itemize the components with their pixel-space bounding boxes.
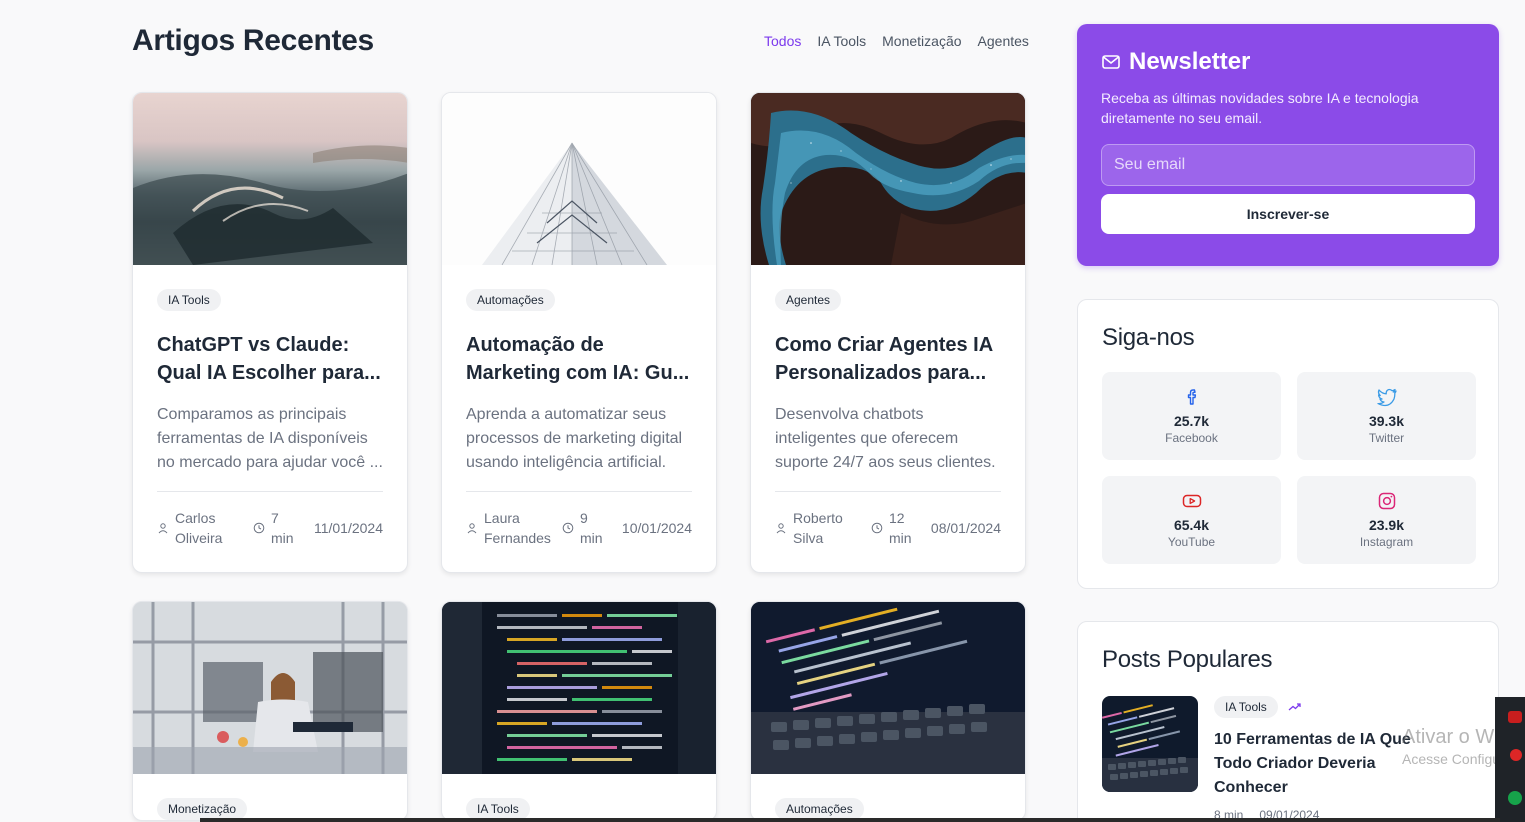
social-name: Facebook	[1165, 431, 1218, 445]
twitter-icon	[1376, 388, 1397, 407]
user-icon	[158, 523, 168, 534]
user-icon	[467, 523, 477, 534]
article-excerpt: Comparamos as principais ferramentas de …	[157, 406, 383, 471]
filter-todos[interactable]: Todos	[764, 33, 801, 49]
xbox-icon[interactable]	[1508, 791, 1522, 805]
article-card[interactable]: IA Tools	[441, 601, 717, 821]
social-panel: Siga-nos 25.7k Facebook 39.3k Twitter 65…	[1077, 299, 1499, 589]
user-icon	[776, 523, 786, 534]
trending-icon	[1288, 703, 1301, 711]
newsletter-email-input[interactable]	[1101, 144, 1475, 186]
article-author: Carlos Oliveira	[175, 510, 223, 546]
article-card[interactable]: Agentes Como Criar Agentes IA Personaliz…	[750, 92, 1026, 573]
article-image	[442, 93, 716, 265]
article-tag[interactable]: Monetização	[157, 798, 248, 820]
instagram-icon	[1378, 492, 1395, 510]
social-instagram[interactable]: 23.9k Instagram	[1297, 476, 1476, 564]
article-image	[133, 602, 407, 774]
tray-app-icon[interactable]	[1508, 711, 1522, 723]
social-name: YouTube	[1167, 535, 1216, 549]
popular-post-thumbnail	[1102, 696, 1198, 792]
article-title[interactable]: Automação de Marketing com IA: Gu...	[466, 331, 692, 387]
clock-icon	[871, 522, 883, 534]
article-card[interactable]: Automações	[750, 601, 1026, 821]
article-author: Roberto Silva	[793, 510, 843, 546]
popular-posts-panel: Posts Populares IA Tools 10 Ferramentas …	[1077, 621, 1499, 822]
social-count: 23.9k	[1368, 517, 1405, 533]
subscribe-button[interactable]: Inscrever-se	[1101, 194, 1475, 234]
social-count: 65.4k	[1173, 517, 1210, 533]
popular-post[interactable]: IA Tools 10 Ferramentas de IA Que Todo C…	[1102, 696, 1474, 822]
article-read-time: 12 min	[889, 510, 912, 546]
mail-icon	[1102, 55, 1120, 69]
filter-monetizacao[interactable]: Monetização	[882, 33, 961, 49]
article-date: 08/01/2024	[930, 520, 1001, 536]
article-tag[interactable]: Agentes	[775, 289, 842, 311]
article-card[interactable]: Monetização	[132, 601, 408, 821]
article-tag[interactable]: IA Tools	[466, 798, 530, 820]
article-image	[751, 602, 1025, 774]
newsletter-panel: Newsletter Receba as últimas novidades s…	[1077, 24, 1499, 266]
article-read-time: 9 min	[580, 510, 603, 546]
popular-post-title[interactable]: 10 Ferramentas de IA Que Todo Criador De…	[1214, 728, 1444, 800]
social-twitter[interactable]: 39.3k Twitter	[1297, 372, 1476, 460]
filter-ia-tools[interactable]: IA Tools	[817, 33, 866, 49]
article-title[interactable]: Como Criar Agentes IA Personalizados par…	[775, 331, 1001, 387]
article-excerpt: Desenvolva chatbots inteligentes que ofe…	[775, 406, 996, 471]
article-image	[442, 602, 716, 774]
article-date: 11/01/2024	[313, 520, 383, 536]
article-card[interactable]: Automações Automação de Marketing com IA…	[441, 92, 717, 573]
youtube-icon	[1182, 494, 1201, 508]
article-author: Laura Fernandes	[484, 510, 551, 546]
taskbar-edge	[200, 818, 1500, 822]
article-card[interactable]: IA Tools ChatGPT vs Claude: Qual IA Esco…	[132, 92, 408, 573]
social-name: Instagram	[1359, 535, 1414, 549]
article-tag[interactable]: IA Tools	[157, 289, 221, 311]
article-image	[133, 93, 407, 265]
popular-post-tag[interactable]: IA Tools	[1214, 696, 1278, 718]
filter-agentes[interactable]: Agentes	[978, 33, 1029, 49]
section-title: Artigos Recentes	[132, 24, 374, 57]
article-read-time: 7 min	[271, 510, 294, 546]
article-excerpt: Aprenda a automatizar seus processos de …	[466, 406, 683, 471]
facebook-icon	[1187, 389, 1196, 405]
article-title[interactable]: ChatGPT vs Claude: Qual IA Escolher para…	[157, 331, 383, 387]
article-date: 10/01/2024	[621, 520, 692, 536]
clock-icon	[562, 522, 574, 534]
social-facebook[interactable]: 25.7k Facebook	[1102, 372, 1281, 460]
social-count: 25.7k	[1173, 413, 1210, 429]
social-title: Siga-nos	[1102, 324, 1195, 351]
social-name: Twitter	[1368, 431, 1405, 445]
article-tag[interactable]: Automações	[775, 798, 864, 820]
newsletter-description: Receba as últimas novidades sobre IA e t…	[1101, 90, 1419, 126]
clock-icon	[253, 522, 265, 534]
social-count: 39.3k	[1368, 413, 1405, 429]
tray-notification-icon[interactable]	[1510, 749, 1522, 761]
newsletter-title: Newsletter	[1129, 48, 1251, 75]
social-youtube[interactable]: 65.4k YouTube	[1102, 476, 1281, 564]
popular-title: Posts Populares	[1102, 646, 1273, 673]
system-tray-edge	[1495, 697, 1525, 822]
category-filters: Todos IA Tools Monetização Agentes	[764, 33, 1029, 49]
article-image	[751, 93, 1025, 265]
article-tag[interactable]: Automações	[466, 289, 555, 311]
